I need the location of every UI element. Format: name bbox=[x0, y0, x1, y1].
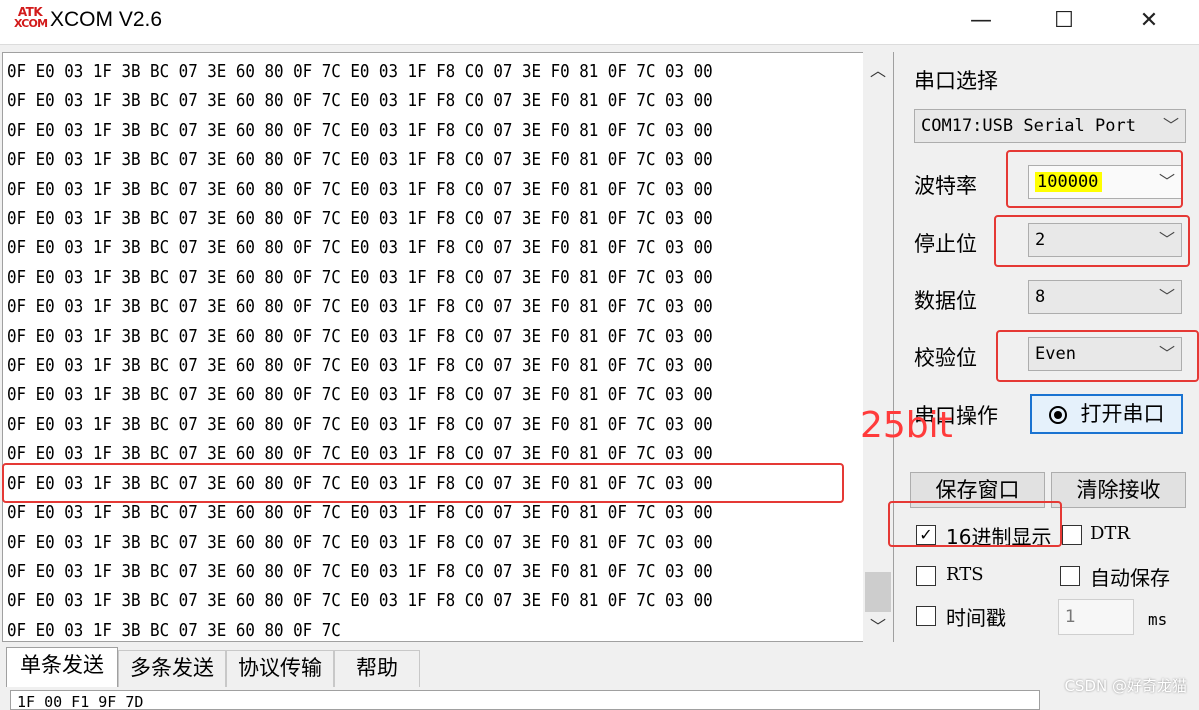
data-bits-value: 8 bbox=[1035, 287, 1046, 307]
receive-line: 0F E0 03 1F 3B BC 07 3E 60 80 0F 7C E0 0… bbox=[7, 531, 713, 553]
receive-line: 0F E0 03 1F 3B BC 07 3E 60 80 0F 7C E0 0… bbox=[7, 590, 713, 612]
hex-display-highlight-box bbox=[888, 501, 1062, 547]
timestamp-unit: ms bbox=[1148, 610, 1168, 629]
receive-line: 0F E0 03 1F 3B BC 07 3E 60 80 0F 7C E0 0… bbox=[7, 560, 713, 582]
baud-label: 波特率 bbox=[914, 174, 977, 198]
logo-bottom-text: XCOM bbox=[14, 17, 48, 30]
send-input[interactable]: 1F 00 F1 9F 7D bbox=[10, 690, 1040, 710]
receive-textarea[interactable]: 0F E0 03 1F 3B BC 07 3E 60 80 0F 7C E0 0… bbox=[2, 52, 894, 642]
receive-line: 0F E0 03 1F 3B BC 07 3E 60 80 0F 7C E0 0… bbox=[7, 325, 713, 347]
baud-highlight-box bbox=[1006, 150, 1183, 208]
stop-bits-label: 停止位 bbox=[914, 232, 977, 256]
receive-scrollbar[interactable]: ︿ ﹀ bbox=[863, 52, 893, 642]
scroll-down-icon[interactable]: ﹀ bbox=[863, 612, 893, 642]
minimize-icon: — bbox=[970, 8, 992, 33]
app-logo-icon: ATK XCOM bbox=[14, 6, 48, 36]
rts-label: RTS bbox=[946, 564, 984, 585]
receive-line: 0F E0 03 1F 3B BC 07 3E 60 80 0F 7C bbox=[7, 619, 341, 641]
scroll-up-icon[interactable]: ︿ bbox=[863, 56, 893, 86]
timestamp-input[interactable]: 1 bbox=[1058, 599, 1134, 635]
bit-annotation: 25bit bbox=[860, 405, 953, 446]
close-button[interactable]: ✕ bbox=[1126, 4, 1172, 38]
receive-line: 0F E0 03 1F 3B BC 07 3E 60 80 0F 7C E0 0… bbox=[7, 178, 713, 200]
parity-label: 校验位 bbox=[914, 346, 977, 370]
receive-line: 0F E0 03 1F 3B BC 07 3E 60 80 0F 7C E0 0… bbox=[7, 296, 713, 318]
receive-line: 0F E0 03 1F 3B BC 07 3E 60 80 0F 7C E0 0… bbox=[7, 413, 713, 435]
port-section-label: 串口选择 bbox=[914, 69, 998, 93]
dtr-label: DTR bbox=[1090, 523, 1130, 544]
receive-line: 0F E0 03 1F 3B BC 07 3E 60 80 0F 7C E0 0… bbox=[7, 149, 713, 171]
port-select-value: COM17:USB Serial Port bbox=[921, 116, 1136, 136]
highlight-line-box bbox=[2, 463, 844, 503]
receive-lines: 0F E0 03 1F 3B BC 07 3E 60 80 0F 7C E0 0… bbox=[7, 57, 713, 641]
save-window-label: 保存窗口 bbox=[935, 478, 1020, 502]
clear-receive-label: 清除接收 bbox=[1076, 478, 1161, 502]
receive-line: 0F E0 03 1F 3B BC 07 3E 60 80 0F 7C E0 0… bbox=[7, 384, 713, 406]
autosave-label: 自动保存 bbox=[1090, 566, 1170, 590]
parity-highlight-box bbox=[996, 330, 1199, 382]
receive-line: 0F E0 03 1F 3B BC 07 3E 60 80 0F 7C E0 0… bbox=[7, 90, 713, 112]
receive-line: 0F E0 03 1F 3B BC 07 3E 60 80 0F 7C E0 0… bbox=[7, 266, 713, 288]
timestamp-checkbox[interactable] bbox=[916, 606, 936, 626]
clear-receive-button[interactable]: 清除接收 bbox=[1051, 472, 1186, 508]
window-title: XCOM V2.6 bbox=[50, 8, 163, 31]
receive-line: 0F E0 03 1F 3B BC 07 3E 60 80 0F 7C E0 0… bbox=[7, 119, 713, 141]
port-select[interactable]: COM17:USB Serial Port ﹀ bbox=[914, 109, 1186, 143]
timestamp-label: 时间戳 bbox=[946, 606, 1006, 630]
record-icon bbox=[1048, 406, 1067, 424]
dtr-checkbox[interactable] bbox=[1062, 525, 1082, 545]
stop-bits-highlight-box bbox=[994, 215, 1190, 267]
tab-help[interactable]: 帮助 bbox=[334, 650, 420, 687]
maximize-icon: ☐ bbox=[1054, 8, 1074, 33]
tab-protocol-transfer[interactable]: 协议传输 bbox=[226, 650, 334, 687]
maximize-button[interactable]: ☐ bbox=[1041, 4, 1087, 38]
open-port-button[interactable]: 打开串口 bbox=[1030, 394, 1183, 434]
watermark: CSDN @好奇龙猫 bbox=[1064, 677, 1187, 695]
minimize-button[interactable]: — bbox=[958, 4, 1004, 38]
autosave-checkbox[interactable] bbox=[1060, 566, 1080, 586]
receive-line: 0F E0 03 1F 3B BC 07 3E 60 80 0F 7C E0 0… bbox=[7, 61, 713, 82]
chevron-down-icon: ﹀ bbox=[1162, 116, 1179, 135]
open-port-label: 打开串口 bbox=[1080, 402, 1165, 426]
tab-single-send[interactable]: 单条发送 bbox=[6, 647, 118, 687]
chevron-down-icon: ﹀ bbox=[1158, 287, 1175, 306]
tab-multi-send[interactable]: 多条发送 bbox=[118, 650, 226, 687]
data-bits-label: 数据位 bbox=[914, 289, 977, 313]
close-icon: ✕ bbox=[1139, 8, 1159, 33]
receive-line: 0F E0 03 1F 3B BC 07 3E 60 80 0F 7C E0 0… bbox=[7, 355, 713, 377]
scroll-thumb[interactable] bbox=[865, 572, 891, 612]
title-bar: ATK XCOM XCOM V2.6 — ☐ ✕ bbox=[0, 0, 1199, 44]
receive-line: 0F E0 03 1F 3B BC 07 3E 60 80 0F 7C E0 0… bbox=[7, 237, 713, 259]
receive-line: 0F E0 03 1F 3B BC 07 3E 60 80 0F 7C E0 0… bbox=[7, 208, 713, 230]
rts-checkbox[interactable] bbox=[916, 566, 936, 586]
data-bits-select[interactable]: 8 ﹀ bbox=[1028, 280, 1182, 314]
